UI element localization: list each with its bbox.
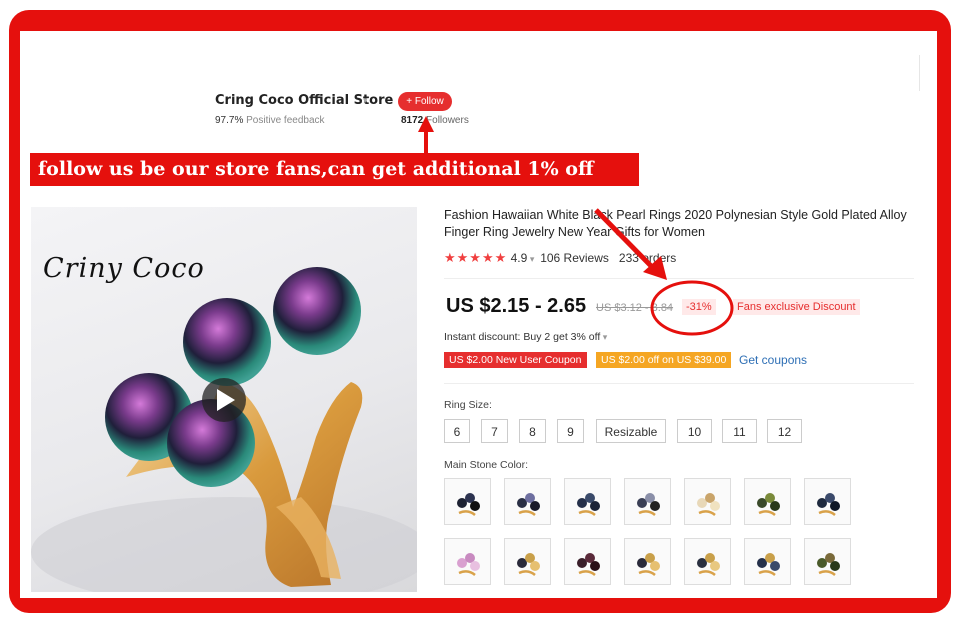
product-image[interactable]: Criny Coco — [31, 207, 417, 592]
size-option[interactable]: Resizable — [596, 419, 666, 443]
divider — [919, 55, 920, 91]
stone-color-option[interactable] — [684, 478, 731, 525]
product-title: Fashion Hawaiian White Black Pearl Rings… — [444, 208, 907, 239]
size-option[interactable]: 7 — [481, 419, 508, 443]
original-price: US $3.12 - 3.84 — [596, 302, 674, 314]
divider — [444, 383, 914, 384]
stone-color-option[interactable] — [564, 538, 611, 585]
reviews-count[interactable]: 106 Reviews — [540, 251, 609, 265]
stone-color-option[interactable] — [804, 538, 851, 585]
chevron-down-icon[interactable]: ▾ — [600, 332, 608, 342]
ring-size-label: Ring Size: — [444, 399, 492, 411]
instant-discount-text: Instant discount: Buy 2 get 3% off — [444, 331, 601, 343]
divider — [444, 278, 914, 279]
size-option[interactable]: 10 — [677, 419, 712, 443]
stone-color-option[interactable] — [504, 538, 551, 585]
chevron-down-icon[interactable]: ▾ — [527, 254, 537, 264]
stone-color-option[interactable] — [444, 538, 491, 585]
followers-count: 8172 — [401, 115, 424, 126]
stone-color-option[interactable] — [744, 478, 791, 525]
follow-button[interactable]: + Follow — [398, 92, 452, 111]
price: US $2.15 - 2.65 — [446, 295, 587, 317]
size-option[interactable]: 8 — [519, 419, 546, 443]
size-option[interactable]: 6 — [444, 419, 470, 443]
stone-color-option[interactable] — [444, 478, 491, 525]
feedback-label: Positive feedback — [246, 115, 325, 126]
store-feedback: 97.7% Positive feedback — [215, 115, 325, 126]
stone-color-option[interactable] — [684, 538, 731, 585]
product-rating: ★★★★★ 4.9 ▾ 106 Reviews 233 orders — [444, 250, 676, 266]
size-option[interactable]: 11 — [722, 419, 757, 443]
stone-color-option[interactable] — [624, 538, 671, 585]
promo-banner: follow us be our store fans,can get addi… — [30, 153, 639, 186]
size-option[interactable]: 12 — [767, 419, 802, 443]
get-coupons-link[interactable]: Get coupons — [739, 353, 807, 367]
feedback-value: 97.7% — [215, 115, 244, 126]
orders-count: 233 orders — [618, 251, 677, 265]
fans-discount-badge: Fans exclusive Discount — [733, 299, 860, 315]
stone-color-option[interactable] — [744, 538, 791, 585]
stone-color-option[interactable] — [624, 478, 671, 525]
stone-color-label: Main Stone Color: — [444, 459, 529, 471]
rating-value[interactable]: 4.9 — [511, 251, 528, 265]
followers-label: Followers — [426, 115, 469, 126]
followers-info: 8172 Followers — [401, 115, 469, 126]
stone-color-option[interactable] — [564, 478, 611, 525]
store-coupon[interactable]: US $2.00 off on US $39.00 — [596, 352, 732, 368]
chevron-down-icon[interactable]: ▾ — [363, 95, 368, 106]
brand-logo: Criny Coco — [43, 253, 205, 284]
new-user-coupon[interactable]: US $2.00 New User Coupon — [444, 352, 587, 368]
instant-discount[interactable]: Instant discount: Buy 2 get 3% off ▾ — [444, 331, 607, 343]
page-content: Cring Coco Official Store ▾ 97.7% Positi… — [20, 31, 937, 598]
star-rating-icon: ★★★★★ — [444, 250, 508, 265]
stone-color-option[interactable] — [804, 478, 851, 525]
stone-color-option[interactable] — [504, 478, 551, 525]
size-option[interactable]: 9 — [557, 419, 584, 443]
discount-badge: -31% — [682, 299, 716, 315]
